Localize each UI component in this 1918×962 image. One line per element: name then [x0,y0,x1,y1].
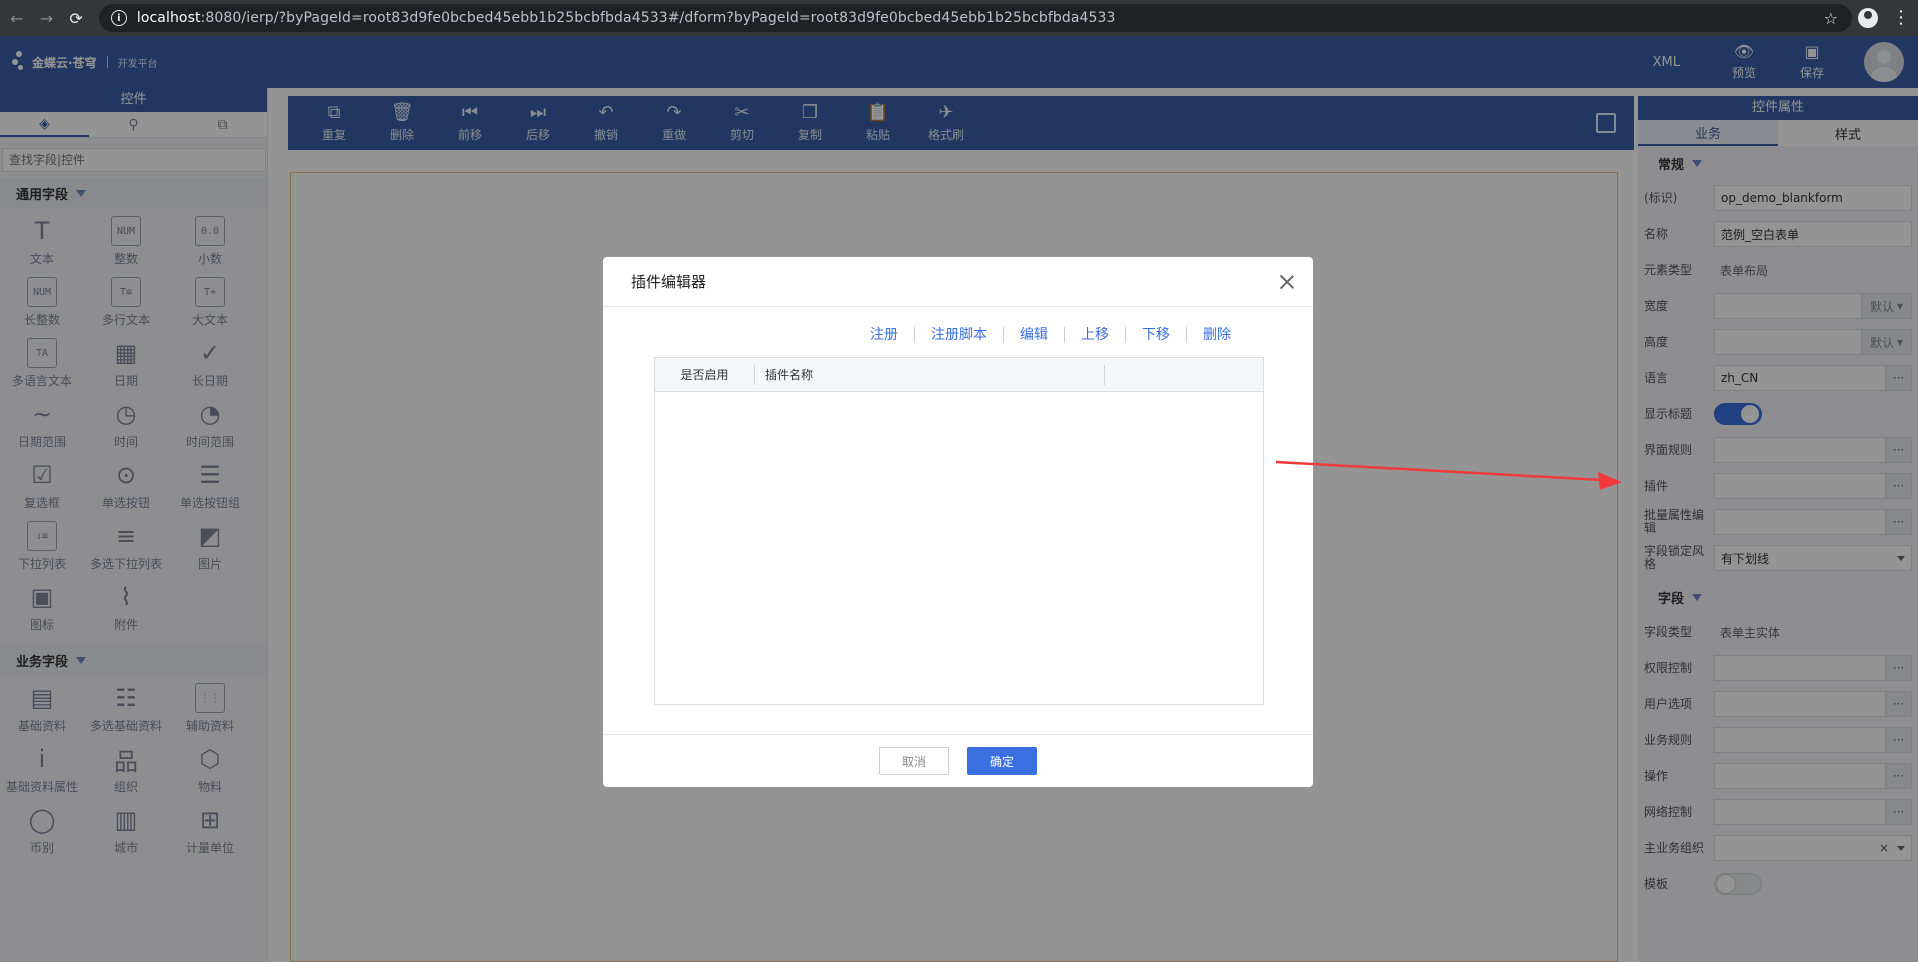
dialog-footer: 取消 确定 [603,734,1313,787]
profile-icon[interactable] [1858,8,1879,28]
back-icon[interactable]: ← [4,5,30,31]
browser-bar: ← → ⟳ i localhost:8080/ierp/?byPageId=ro… [0,0,1918,36]
info-icon[interactable]: i [110,10,127,26]
plugin-table-header: 是否启用 插件名称 [655,358,1263,392]
dialog-action-links: 注册 注册脚本 编辑 上移 下移 删除 [603,325,1313,345]
url-text: localhost:8080/ierp/?byPageId=root83d9fe… [136,10,1116,26]
dialog-link[interactable]: 上移 [1064,327,1125,343]
plugin-table: 是否启用 插件名称 [654,357,1264,705]
browser-menu-icon[interactable]: ⋮ [1892,9,1910,27]
address-bar[interactable]: i localhost:8080/ierp/?byPageId=root83d9… [98,4,1853,32]
dialog-link[interactable]: 注册脚本 [914,327,1003,343]
dialog-link[interactable]: 注册 [854,327,914,343]
plugin-editor-dialog: 插件编辑器 注册 注册脚本 编辑 上移 下移 删除 是否启用 插件名称 取消 确定 [603,257,1313,787]
column-header-plugin-name[interactable]: 插件名称 [755,364,1105,385]
cancel-button[interactable]: 取消 [879,747,949,775]
dialog-link[interactable]: 编辑 [1003,327,1064,343]
close-icon[interactable] [1279,274,1295,290]
bookmark-star-icon[interactable]: ☆ [1824,9,1838,28]
ok-button[interactable]: 确定 [967,747,1037,775]
reload-icon[interactable]: ⟳ [63,5,89,31]
column-header-enabled[interactable]: 是否启用 [655,364,755,385]
dialog-header: 插件编辑器 [603,257,1313,307]
forward-icon[interactable]: → [34,5,60,31]
dialog-link[interactable]: 下移 [1125,327,1186,343]
dialog-title: 插件编辑器 [631,273,707,291]
dialog-link[interactable]: 删除 [1186,327,1247,343]
